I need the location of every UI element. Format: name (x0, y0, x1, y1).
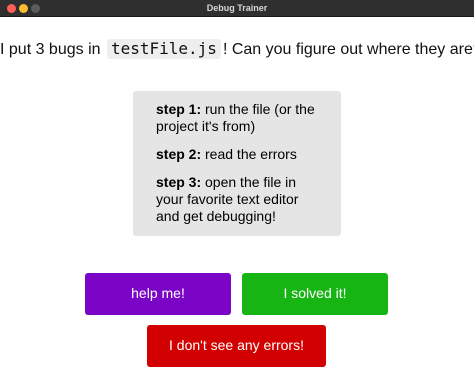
step-1: step 1: run the file (or the project it'… (156, 101, 325, 135)
headline-prefix: I put 3 bugs in (0, 41, 105, 58)
step-3: step 3: open the file in your favorite t… (156, 174, 325, 225)
headline-suffix: ! Can you figure out where they are? (222, 41, 474, 58)
title-bar: Debug Trainer (0, 0, 474, 17)
debug-trainer-window: Debug Trainer I put 3 bugs in testFile.j… (0, 0, 474, 377)
headline-filename: testFile.js (106, 39, 221, 59)
solved-button[interactable]: I solved it! (242, 273, 388, 315)
step-2-text: read the errors (201, 146, 297, 162)
step-2: step 2: read the errors (156, 146, 325, 163)
steps-panel: step 1: run the file (or the project it'… (133, 91, 341, 236)
window-title: Debug Trainer (206, 3, 268, 13)
step-2-label: step 2: (156, 146, 202, 162)
step-1-label: step 1: (156, 101, 202, 117)
step-3-label: step 3: (156, 174, 202, 190)
help-button[interactable]: help me! (85, 273, 231, 315)
headline: I put 3 bugs in testFile.js! Can you fig… (0, 39, 474, 60)
no-errors-button[interactable]: I don't see any errors! (147, 325, 326, 367)
